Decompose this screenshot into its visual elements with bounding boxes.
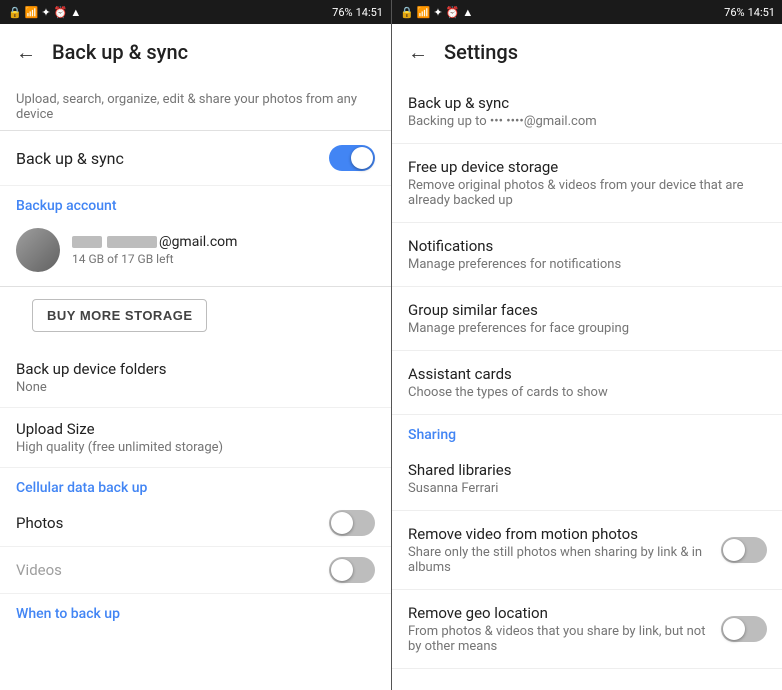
left-content: Upload, search, organize, edit & share y… [0, 80, 391, 690]
upload-size-item[interactable]: Upload Size High quality (free unlimited… [0, 408, 391, 468]
right-page-title: Settings [444, 40, 518, 64]
back-button-right[interactable]: ← [408, 40, 428, 65]
settings-shared-libraries[interactable]: Shared libraries Susanna Ferrari [392, 447, 782, 511]
settings-free-sub: Remove original photos & videos from you… [408, 178, 767, 208]
status-icons-left: 🔒 📶 ✦ ⏰ ▲ [8, 6, 81, 19]
videos-left: Videos [16, 561, 329, 579]
account-email: @gmail.com [72, 234, 375, 250]
photos-toggle[interactable] [329, 510, 375, 536]
photos-row: Photos [0, 500, 391, 547]
alarm-icon-r: ⏰ [446, 6, 460, 19]
settings-notif-sub: Manage preferences for notifications [408, 257, 767, 272]
settings-free-storage[interactable]: Free up device storage Remove original p… [392, 144, 782, 223]
bt-icon: ✦ [41, 6, 50, 19]
status-bar-left: 🔒 📶 ✦ ⏰ ▲ 76% 14:51 [0, 0, 391, 24]
photos-left: Photos [16, 514, 329, 532]
signal-icon: 🔒 [8, 6, 22, 19]
account-storage: 14 GB of 17 GB left [72, 252, 375, 266]
device-folders-value: None [16, 380, 375, 395]
account-info: @gmail.com 14 GB of 17 GB left [72, 234, 375, 266]
battery-level-r: 76% [724, 6, 744, 19]
settings-backup-title: Back up & sync [408, 94, 767, 112]
left-page-title: Back up & sync [52, 40, 188, 64]
remove-geo-text: Remove geo location From photos & videos… [408, 604, 721, 654]
remove-video-title: Remove video from motion photos [408, 525, 713, 543]
avatar-image [16, 228, 60, 272]
settings-backup-sync[interactable]: Back up & sync Backing up to ••• ••••@gm… [392, 80, 782, 144]
remove-geo-sub: From photos & videos that you share by l… [408, 624, 713, 654]
settings-shared-title: Shared libraries [408, 461, 767, 479]
email-blur-2 [107, 236, 157, 248]
settings-remove-video: Remove video from motion photos Share on… [392, 511, 782, 590]
settings-remove-geo: Remove geo location From photos & videos… [392, 590, 782, 669]
remove-geo-title: Remove geo location [408, 604, 713, 622]
battery-level: 76% [332, 6, 352, 19]
avatar [16, 228, 60, 272]
remove-video-toggle[interactable] [721, 537, 767, 563]
alarm-icon: ⏰ [54, 6, 68, 19]
videos-label: Videos [16, 561, 329, 579]
email-domain: @gmail.com [159, 234, 237, 250]
backup-sync-row: Back up & sync [0, 131, 391, 186]
settings-notif-title: Notifications [408, 237, 767, 255]
right-panel: 🔒 📶 ✦ ⏰ ▲ 76% 14:51 ← Settings Back up &… [392, 0, 782, 690]
buy-storage-button[interactable]: BUY MORE STORAGE [32, 299, 207, 332]
time-right: 14:51 [748, 6, 775, 19]
settings-backup-sub: Backing up to ••• ••••@gmail.com [408, 114, 767, 129]
settings-faces-title: Group similar faces [408, 301, 767, 319]
videos-toggle[interactable] [329, 557, 375, 583]
remove-video-text: Remove video from motion photos Share on… [408, 525, 721, 575]
status-icons-right: 76% 14:51 [332, 6, 383, 19]
device-folders-title: Back up device folders [16, 360, 375, 378]
backup-sync-toggle[interactable] [329, 145, 375, 171]
remove-geo-toggle[interactable] [721, 616, 767, 642]
remove-video-sub: Share only the still photos when sharing… [408, 545, 713, 575]
settings-assistant-sub: Choose the types of cards to show [408, 385, 767, 400]
left-panel: 🔒 📶 ✦ ⏰ ▲ 76% 14:51 ← Back up & sync Upl… [0, 0, 391, 690]
photos-label: Photos [16, 514, 329, 532]
wifi-icon: 📶 [25, 6, 39, 19]
upload-size-title: Upload Size [16, 420, 375, 438]
status-bar-right: 🔒 📶 ✦ ⏰ ▲ 76% 14:51 [392, 0, 782, 24]
account-row: @gmail.com 14 GB of 17 GB left [0, 218, 391, 287]
back-button-left[interactable]: ← [16, 40, 36, 65]
upload-size-value: High quality (free unlimited storage) [16, 440, 375, 455]
left-header: ← Back up & sync [0, 24, 391, 80]
buy-storage-container: BUY MORE STORAGE [0, 287, 391, 348]
sharing-header: Sharing [392, 415, 782, 447]
status-icons-right-r: 76% 14:51 [724, 6, 775, 19]
device-folders-item[interactable]: Back up device folders None [0, 348, 391, 408]
backup-sync-label: Back up & sync [16, 149, 124, 168]
wifi-icon-r: 📶 [417, 6, 431, 19]
settings-notifications[interactable]: Notifications Manage preferences for not… [392, 223, 782, 287]
settings-faces-sub: Manage preferences for face grouping [408, 321, 767, 336]
signal-bars: ▲ [70, 6, 81, 19]
settings-free-title: Free up device storage [408, 158, 767, 176]
right-content: Back up & sync Backing up to ••• ••••@gm… [392, 80, 782, 690]
email-blur-1 [72, 236, 102, 248]
bt-icon-r: ✦ [433, 6, 442, 19]
settings-shared-sub: Susanna Ferrari [408, 481, 767, 496]
settings-assistant-title: Assistant cards [408, 365, 767, 383]
right-header: ← Settings [392, 24, 782, 80]
time-left: 14:51 [356, 6, 383, 19]
signal-bars-r: ▲ [462, 6, 473, 19]
status-icons-left-r: 🔒 📶 ✦ ⏰ ▲ [400, 6, 473, 19]
signal-icon-r: 🔒 [400, 6, 414, 19]
settings-assistant[interactable]: Assistant cards Choose the types of card… [392, 351, 782, 415]
description-text: Upload, search, organize, edit & share y… [0, 80, 391, 131]
settings-group-faces[interactable]: Group similar faces Manage preferences f… [392, 287, 782, 351]
videos-row: Videos [0, 547, 391, 594]
when-to-backup-link[interactable]: When to back up [0, 594, 391, 626]
backup-account-link[interactable]: Backup account [0, 186, 391, 218]
cellular-backup-link[interactable]: Cellular data back up [0, 468, 391, 500]
